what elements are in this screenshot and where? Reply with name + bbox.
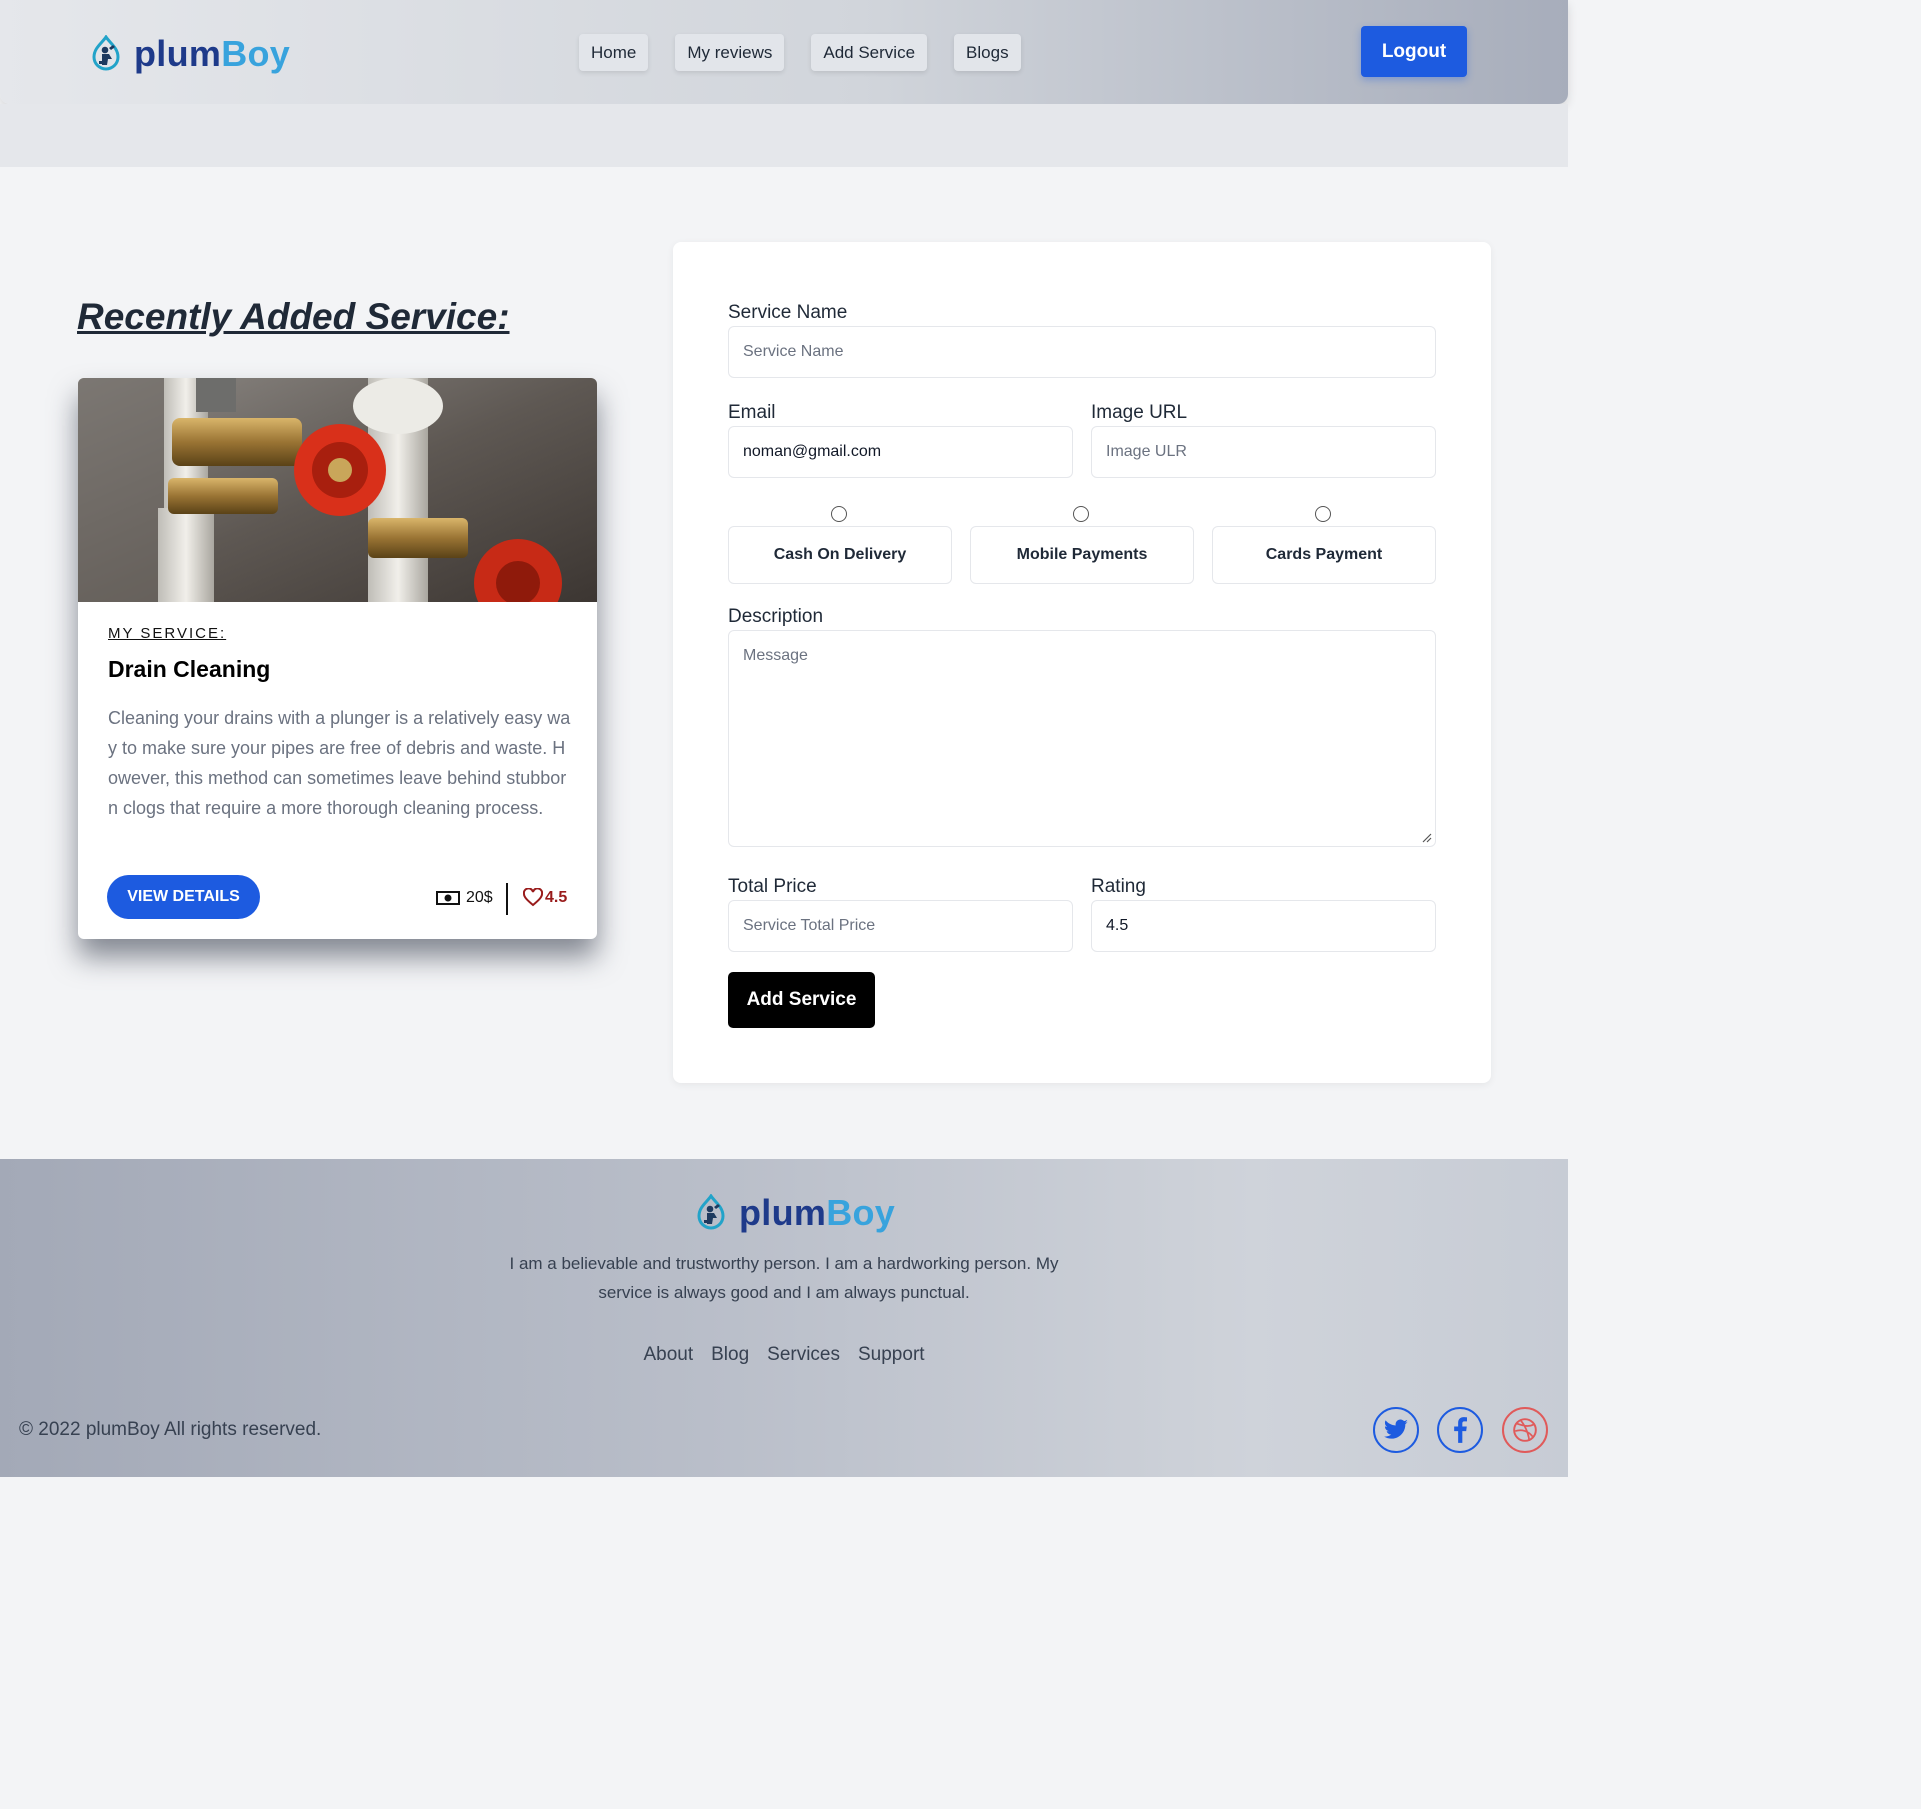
brand-name-part1: plum (134, 33, 222, 74)
add-service-button[interactable]: Add Service (728, 972, 875, 1028)
footer-link-about[interactable]: About (643, 1344, 693, 1366)
footer-logo[interactable]: plumBoy (695, 1192, 895, 1234)
copyright-text: © 2022 plumBoy All rights reserved. (19, 1419, 322, 1440)
radio-cash-on-delivery[interactable] (831, 506, 847, 522)
resize-handle-icon[interactable] (1422, 833, 1432, 843)
rating-input[interactable]: 4.5 (1091, 900, 1436, 952)
price-rating-divider (506, 883, 508, 915)
nav-home[interactable]: Home (579, 34, 649, 71)
brand-name-part2: Boy (221, 33, 291, 74)
payment-option-cash[interactable]: Cash On Delivery (728, 526, 952, 584)
radio-mobile-payments[interactable] (1073, 506, 1089, 522)
service-name-label: Service Name (728, 302, 848, 323)
radio-cards-payment[interactable] (1315, 506, 1331, 522)
footer-link-blog[interactable]: Blog (711, 1344, 749, 1366)
nav-add-service[interactable]: Add Service (811, 34, 928, 71)
total-price-input[interactable]: Service Total Price (728, 900, 1073, 952)
recent-section-title: Recently Added Service: (77, 296, 510, 337)
service-name-input[interactable]: Service Name (728, 326, 1436, 378)
plumber-logo-icon (697, 1194, 725, 1230)
facebook-icon (1454, 1417, 1467, 1443)
service-image (78, 378, 597, 602)
image-url-label: Image URL (1091, 402, 1188, 423)
add-service-form: Service Name Service Name Email noman@gm… (673, 242, 1491, 1083)
footer-links: About Blog Services Support (0, 1344, 1568, 1366)
image-url-input[interactable]: Image ULR (1091, 426, 1436, 478)
footer-about-text: I am a believable and trustworthy person… (509, 1254, 1059, 1302)
heart-icon (523, 888, 543, 907)
description-label: Description (728, 606, 824, 627)
payment-option-cards[interactable]: Cards Payment (1212, 526, 1436, 584)
rating-info: 4.5 (523, 888, 567, 907)
header-band (0, 104, 1568, 167)
card-price: 20$ (466, 889, 493, 906)
top-navbar: plumBoy Home My reviews Add Service Blog… (0, 0, 1568, 104)
price-info: 20$ (436, 889, 493, 907)
nav-my-reviews[interactable]: My reviews (675, 34, 785, 71)
card-tag: MY SERVICE: (108, 625, 227, 642)
twitter-icon (1383, 1419, 1408, 1439)
nav-blogs[interactable]: Blogs (954, 34, 1021, 71)
view-details-button[interactable]: VIEW DETAILS (107, 875, 260, 919)
description-textarea[interactable]: Message (728, 630, 1436, 847)
footer-brand-part2: Boy (826, 1192, 896, 1233)
rating-label: Rating (1091, 876, 1146, 897)
twitter-link[interactable] (1373, 1407, 1419, 1453)
total-price-label: Total Price (728, 876, 817, 897)
payment-option-mobile[interactable]: Mobile Payments (970, 526, 1194, 584)
card-title: Drain Cleaning (108, 656, 271, 682)
cash-icon (436, 891, 460, 905)
facebook-link[interactable] (1437, 1407, 1483, 1453)
logout-button[interactable]: Logout (1361, 26, 1467, 77)
description-placeholder: Message (743, 647, 808, 664)
main-nav: Home My reviews Add Service Blogs (579, 34, 1048, 71)
footer-link-services[interactable]: Services (767, 1344, 840, 1366)
service-card: MY SERVICE: Drain Cleaning Cleaning your… (78, 378, 597, 939)
dribbble-link[interactable] (1502, 1407, 1548, 1453)
card-rating: 4.5 (545, 888, 568, 906)
email-input[interactable]: noman@gmail.com (728, 426, 1073, 478)
dribbble-icon (1513, 1418, 1537, 1442)
footer-brand-part1: plum (739, 1192, 827, 1233)
footer-link-support[interactable]: Support (858, 1344, 925, 1366)
email-label: Email (728, 402, 776, 423)
plumber-logo-icon (92, 35, 120, 71)
header-logo[interactable]: plumBoy (90, 33, 290, 75)
card-description: Cleaning your drains with a plunger is a… (108, 708, 571, 818)
